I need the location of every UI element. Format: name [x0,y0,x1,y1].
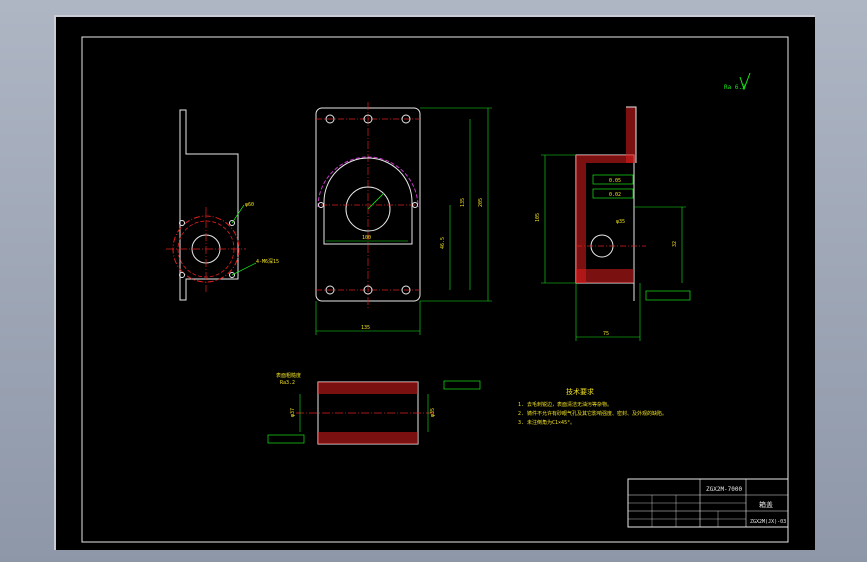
svg-text:4-M6深15: 4-M6深15 [256,258,279,265]
svg-text:100: 100 [362,235,371,241]
roughness-symbol: Ra 6.3 [724,72,751,91]
svg-text:φ35: φ35 [430,408,436,417]
tech-req-item: 1. 去毛刺锐边，表面清洁无油污等杂物。 [518,401,612,408]
drawing-svg: Ra 6.3 φ60 4-M6深15 100 205 135 46.5 135 … [81,36,789,543]
svg-text:表面粗糙度: 表面粗糙度 [276,372,301,379]
drawing-number: ZGX2M(JX)-03 [750,519,786,525]
left-view: φ60 4-M6深15 [166,109,279,301]
svg-text:105: 105 [535,213,541,222]
drawing-frame [81,36,789,543]
tech-req-title: 技术要求 [566,387,594,396]
tech-req-item: 2. 铸件不允许有砂眼气孔及其它影响强度、密封、及外观的缺陷。 [518,410,667,417]
svg-text:0.02: 0.02 [609,192,621,198]
svg-text:φ37: φ37 [290,408,296,417]
side-view: 0.05 0.02 105 32 φ35 75 [535,106,691,341]
svg-text:0.05: 0.05 [609,178,621,184]
cad-drawing-canvas[interactable]: Ra 6.3 φ60 4-M6深15 100 205 135 46.5 135 … [54,15,815,550]
svg-text:135: 135 [361,325,370,331]
svg-text:135: 135 [460,198,466,207]
title-block: ZGX2M-7000 箱盖 ZGX2M(JX)-03 [627,478,789,528]
part-name: 箱盖 [759,500,773,509]
project-code: ZGX2M-7000 [706,486,743,493]
front-view: 100 205 135 46.5 135 [315,102,492,335]
svg-text:46.5: 46.5 [440,237,446,249]
svg-text:32: 32 [672,241,678,247]
svg-text:75: 75 [603,331,609,337]
svg-text:φ35: φ35 [616,219,625,225]
section-view: 表面粗糙度 Ra3.2 φ37 φ35 [267,372,481,445]
tech-req-item: 3. 未注倒角为C1×45°。 [518,419,575,426]
svg-text:φ60: φ60 [245,202,254,208]
technical-requirements: 技术要求 1. 去毛刺锐边，表面清洁无油污等杂物。 2. 铸件不允许有砂眼气孔及… [518,387,667,426]
svg-text:205: 205 [478,198,484,207]
svg-text:Ra3.2: Ra3.2 [280,380,295,386]
